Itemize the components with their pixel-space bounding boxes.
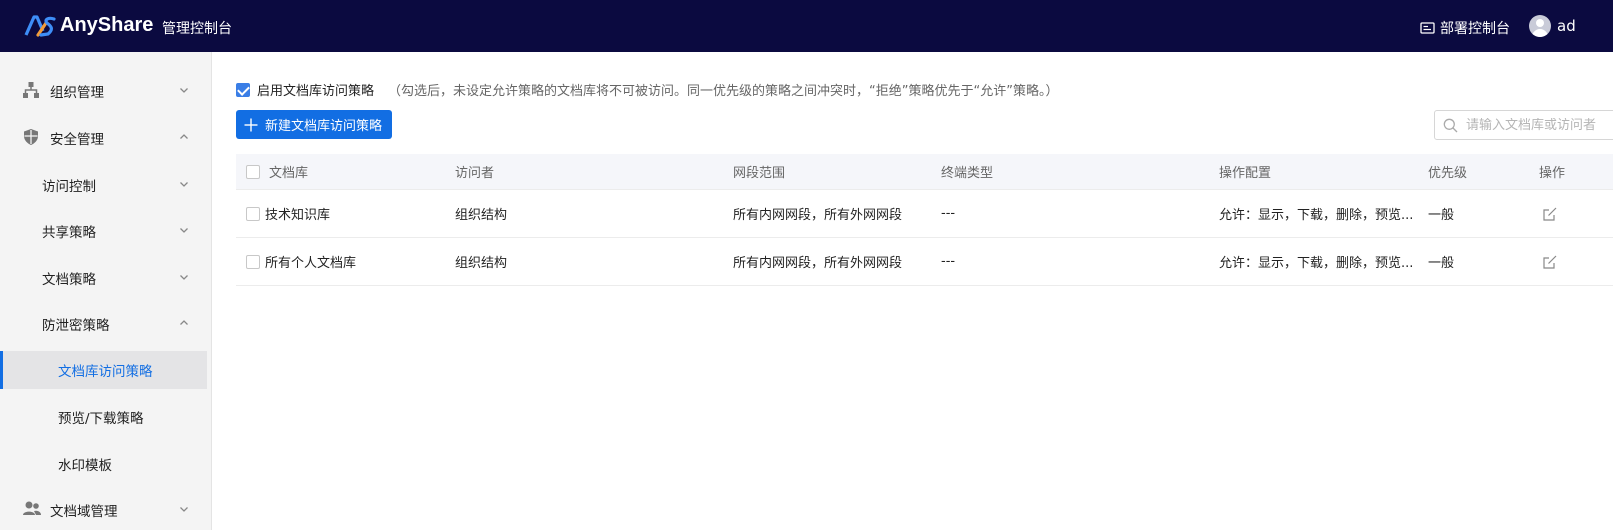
sidebar-item-label: 文档库访问策略 <box>58 364 153 380</box>
plus-icon <box>244 118 258 131</box>
top-bar: AnyShare 管理控制台 部署控制台 ad <box>0 0 1613 52</box>
users-icon <box>23 501 41 515</box>
sidebar-item-org-management[interactable]: 组织管理 <box>0 72 207 110</box>
chevron-up-icon <box>180 320 188 325</box>
table-row[interactable]: 所有个人文档库 组织结构 所有内网网段，所有外网网段 --- 允许：显示，下载，… <box>236 238 1613 286</box>
chevron-down-icon <box>180 88 188 93</box>
sidebar-item-security-management[interactable]: 安全管理 <box>0 119 207 157</box>
sidebar-item-label: 访问控制 <box>42 179 96 195</box>
sidebar-item-document-policy[interactable]: 文档策略 <box>0 259 207 297</box>
enable-policy-hint: （勾选后，未设定允许策略的文档库将不可被访问。同一优先级的策略之间冲突时，“拒绝… <box>388 84 1059 99</box>
cell-operation-config: 允许：显示，下载，删除，预览... <box>1219 208 1414 223</box>
enable-policy-checkbox[interactable] <box>236 82 250 97</box>
shield-icon <box>24 129 38 145</box>
sidebar: 组织管理 安全管理 访问控制 共享策略 文档策略 防泄密策略 文档库访问策略 预… <box>0 52 212 530</box>
sidebar-item-label: 安全管理 <box>50 132 104 148</box>
user-name: ad <box>1557 17 1576 35</box>
table-row[interactable]: 技术知识库 组织结构 所有内网网段，所有外网网段 --- 允许：显示，下载，删除… <box>236 190 1613 238</box>
column-header-priority[interactable]: 优先级 <box>1428 154 1467 189</box>
console-icon <box>1420 21 1435 34</box>
avatar <box>1529 15 1551 37</box>
sidebar-item-preview-download-policy[interactable]: 预览/下载策略 <box>0 398 207 436</box>
cell-priority: 一般 <box>1428 256 1455 271</box>
sidebar-item-label: 预览/下载策略 <box>58 411 144 427</box>
search-icon <box>1443 118 1458 132</box>
sidebar-item-library-access-policy[interactable]: 文档库访问策略 <box>0 351 207 389</box>
row-checkbox[interactable] <box>246 206 260 221</box>
chevron-down-icon <box>180 228 188 233</box>
cell-terminal-type: --- <box>941 254 956 269</box>
row-checkbox[interactable] <box>246 254 260 269</box>
cell-visitor: 组织结构 <box>455 208 508 223</box>
org-structure-icon <box>23 82 39 98</box>
sidebar-item-leak-prevention[interactable]: 防泄密策略 <box>0 305 207 343</box>
column-header-terminal-type[interactable]: 终端类型 <box>941 154 993 189</box>
select-all-checkbox[interactable] <box>246 164 260 179</box>
cell-library: 技术知识库 <box>265 208 331 223</box>
cell-network-range: 所有内网网段，所有外网网段 <box>733 256 903 271</box>
cell-priority: 一般 <box>1428 208 1455 223</box>
cell-network-range: 所有内网网段，所有外网网段 <box>733 208 903 223</box>
new-library-policy-button[interactable]: 新建文档库访问策略 <box>236 110 393 139</box>
table-header: 文档库 访问者 网段范围 终端类型 操作配置 优先级 操作 <box>236 154 1613 190</box>
chevron-down-icon <box>180 182 188 187</box>
cell-library: 所有个人文档库 <box>265 256 357 271</box>
cell-terminal-type: --- <box>941 206 956 221</box>
chevron-up-icon <box>180 134 188 139</box>
column-header-operation-config[interactable]: 操作配置 <box>1219 154 1271 189</box>
sidebar-item-label: 防泄密策略 <box>42 318 110 334</box>
deploy-console-label: 部署控制台 <box>1440 21 1510 37</box>
search-input[interactable] <box>1466 117 1613 133</box>
enable-policy-row: 启用文档库访问策略 （勾选后，未设定允许策略的文档库将不可被访问。同一优先级的策… <box>236 80 1058 99</box>
chevron-down-icon <box>180 507 188 512</box>
column-header-actions: 操作 <box>1539 166 1566 181</box>
sidebar-item-document-domain[interactable]: 文档域管理 <box>0 491 207 529</box>
sidebar-item-watermark-template[interactable]: 水印模板 <box>0 445 207 483</box>
console-title: 管理控制台 <box>162 21 232 37</box>
cell-operation-config: 允许：显示，下载，删除，预览... <box>1219 256 1414 271</box>
deploy-console-link[interactable]: 部署控制台 <box>1420 18 1510 38</box>
edit-icon[interactable] <box>1542 254 1558 270</box>
column-header-network-range[interactable]: 网段范围 <box>733 154 785 189</box>
search-box <box>1434 110 1613 140</box>
sidebar-item-share-policy[interactable]: 共享策略 <box>0 212 207 250</box>
anyshare-logo-icon <box>24 14 56 37</box>
user-menu[interactable]: ad <box>1529 15 1576 37</box>
column-header-library[interactable]: 文档库 <box>269 154 308 189</box>
chevron-down-icon <box>180 275 188 280</box>
sidebar-item-label: 文档域管理 <box>50 504 118 520</box>
enable-policy-label: 启用文档库访问策略 <box>257 84 375 99</box>
sidebar-item-access-control[interactable]: 访问控制 <box>0 166 207 204</box>
new-library-policy-label: 新建文档库访问策略 <box>265 119 383 134</box>
sidebar-item-label: 文档策略 <box>42 272 96 288</box>
sidebar-item-label: 共享策略 <box>42 225 96 241</box>
anyshare-logo[interactable]: AnyShare <box>24 14 153 37</box>
edit-icon[interactable] <box>1542 206 1558 222</box>
brand-name: AnyShare <box>60 14 154 36</box>
sidebar-item-label: 水印模板 <box>58 458 112 474</box>
sidebar-item-label: 组织管理 <box>50 85 104 101</box>
cell-visitor: 组织结构 <box>455 256 508 271</box>
column-header-visitor[interactable]: 访问者 <box>455 154 494 189</box>
main-content: 启用文档库访问策略 （勾选后，未设定允许策略的文档库将不可被访问。同一优先级的策… <box>213 52 1613 530</box>
